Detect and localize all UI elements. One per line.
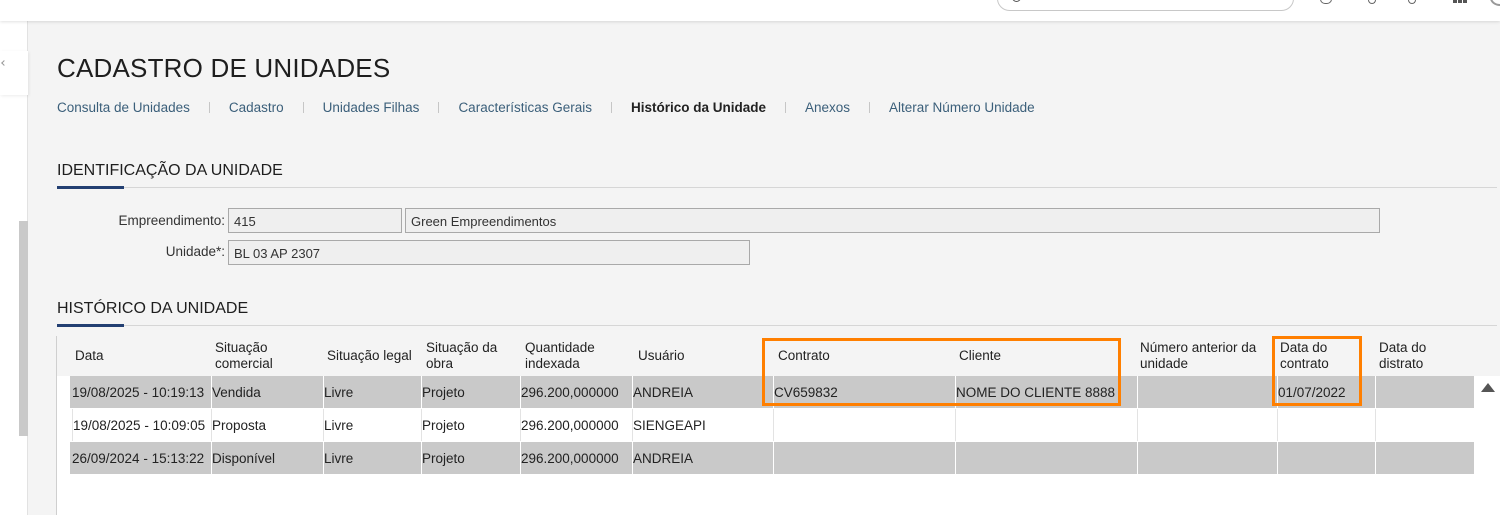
cell-data-contrato — [1277, 409, 1375, 441]
column-header-contrato[interactable]: Contrato — [778, 336, 928, 376]
cell-usuario: ANDREIA — [632, 376, 773, 408]
cell-cliente — [955, 409, 1137, 441]
page-title: CADASTRO DE UNIDADES — [57, 53, 391, 83]
cell-situacao-legal: Livre — [323, 376, 421, 408]
tab-separator — [208, 102, 210, 113]
table-row[interactable]: 19/08/2025 - 10:09:05 Proposta Livre Pro… — [70, 409, 1474, 441]
cell-numero-anterior — [1137, 376, 1277, 408]
tab-unidades-filhas[interactable]: Unidades Filhas — [323, 100, 420, 115]
top-bar — [0, 0, 1500, 21]
cell-quantidade: 296.200,000000 — [520, 442, 632, 474]
left-sidebar — [0, 21, 28, 515]
column-header-numero-anterior[interactable]: Número anterior da unidade — [1140, 336, 1270, 376]
cell-data: 19/08/2025 - 10:09:05 — [72, 409, 211, 441]
cell-contrato — [773, 442, 955, 474]
cell-data: 19/08/2025 - 10:19:13 — [72, 384, 205, 400]
empreendimento-name-field[interactable]: Green Empreendimentos — [405, 208, 1380, 233]
sidebar-scrollbar[interactable] — [19, 221, 28, 436]
column-header-situacao-comercial[interactable]: Situação comercial — [215, 336, 315, 376]
tab-separator — [438, 102, 440, 113]
cell-numero-anterior — [1137, 442, 1277, 474]
settings-icon[interactable] — [1408, 0, 1416, 4]
help-icon[interactable] — [1368, 0, 1376, 4]
cell-usuario: ANDREIA — [632, 442, 773, 474]
tab-separator — [610, 102, 612, 113]
cell-usuario: SIENGEAPI — [632, 409, 773, 441]
column-header-data[interactable]: Data — [75, 336, 195, 376]
tab-anexos[interactable]: Anexos — [805, 100, 850, 115]
cell-cliente: NOME DO CLIENTE 8888 — [955, 376, 1137, 408]
cell-data-contrato — [1277, 442, 1375, 474]
column-header-data-do-contrato[interactable]: Data do contrato — [1280, 336, 1360, 376]
section-title-historico: HISTÓRICO DA UNIDADE — [57, 300, 249, 317]
cell-situacao-legal: Livre — [323, 442, 421, 474]
tab-bar: Consulta de Unidades Cadastro Unidades F… — [57, 100, 1035, 115]
search-icon — [1012, 0, 1021, 2]
tab-separator — [302, 102, 304, 113]
cell-data-contrato: 01/07/2022 — [1277, 376, 1375, 408]
empreendimento-label: Empreendimento: — [118, 213, 225, 228]
empreendimento-code-field[interactable]: 415 — [228, 208, 402, 233]
section-divider — [57, 325, 1497, 326]
table-row[interactable]: 26/09/2024 - 15:13:22 Disponível Livre P… — [70, 442, 1474, 474]
apps-grid-icon[interactable] — [1453, 0, 1467, 3]
column-header-quantidade-indexada[interactable]: Quantidade indexada — [525, 336, 615, 376]
cell-data-distrato — [1375, 376, 1474, 408]
collapse-sidebar-button[interactable] — [0, 51, 28, 95]
history-grid: Data Situação comercial Situação legal S… — [56, 336, 1500, 515]
tab-caracteristicas-gerais[interactable]: Características Gerais — [458, 100, 592, 115]
cell-numero-anterior — [1137, 409, 1277, 441]
column-header-cliente[interactable]: Cliente — [959, 336, 1109, 376]
cell-data-distrato — [1375, 442, 1474, 474]
cell-cliente — [955, 442, 1137, 474]
cell-situacao-obra: Projeto — [421, 442, 520, 474]
tab-consulta-de-unidades[interactable]: Consulta de Unidades — [57, 100, 190, 115]
notification-icon[interactable] — [1320, 0, 1332, 4]
tab-cadastro[interactable]: Cadastro — [229, 100, 284, 115]
column-header-usuario[interactable]: Usuário — [638, 336, 738, 376]
tab-separator — [785, 102, 787, 113]
column-header-situacao-obra[interactable]: Situação da obra — [426, 336, 516, 376]
tab-historico-da-unidade[interactable]: Histórico da Unidade — [631, 100, 766, 115]
column-header-situacao-legal[interactable]: Situação legal — [327, 336, 422, 376]
table-row[interactable]: 19/08/2025 - 10:19:13 Vendida Livre Proj… — [70, 376, 1474, 408]
tab-alterar-numero-unidade[interactable]: Alterar Número Unidade — [889, 100, 1035, 115]
global-search-input[interactable] — [997, 0, 1294, 11]
cell-situacao-comercial: Proposta — [211, 409, 323, 441]
cell-situacao-comercial: Vendida — [211, 376, 323, 408]
section-accent — [57, 324, 124, 327]
cell-situacao-comercial: Disponível — [211, 442, 323, 474]
cell-contrato: CV659832 — [773, 376, 955, 408]
tab-separator — [869, 102, 871, 113]
cell-data-distrato — [1375, 409, 1474, 441]
section-accent — [57, 186, 124, 189]
grid-header: Data Situação comercial Situação legal S… — [57, 336, 1500, 376]
column-header-data-do-distrato[interactable]: Data do distrato — [1379, 336, 1459, 376]
cell-situacao-obra: Projeto — [421, 376, 520, 408]
section-divider — [57, 187, 1497, 188]
cell-quantidade: 296.200,000000 — [520, 376, 632, 408]
cell-quantidade: 296.200,000000 — [520, 409, 632, 441]
cell-situacao-obra: Projeto — [421, 409, 520, 441]
cell-data: 26/09/2024 - 15:13:22 — [72, 450, 205, 466]
avatar[interactable] — [1490, 0, 1500, 6]
unidade-field[interactable]: BL 03 AP 2307 — [228, 240, 750, 265]
section-title-identificacao: IDENTIFICAÇÃO DA UNIDADE — [57, 162, 283, 179]
scroll-up-arrow-icon[interactable] — [1481, 383, 1495, 392]
cell-situacao-legal: Livre — [323, 409, 421, 441]
unidade-label: Unidade*: — [165, 244, 225, 259]
cell-contrato — [773, 409, 955, 441]
